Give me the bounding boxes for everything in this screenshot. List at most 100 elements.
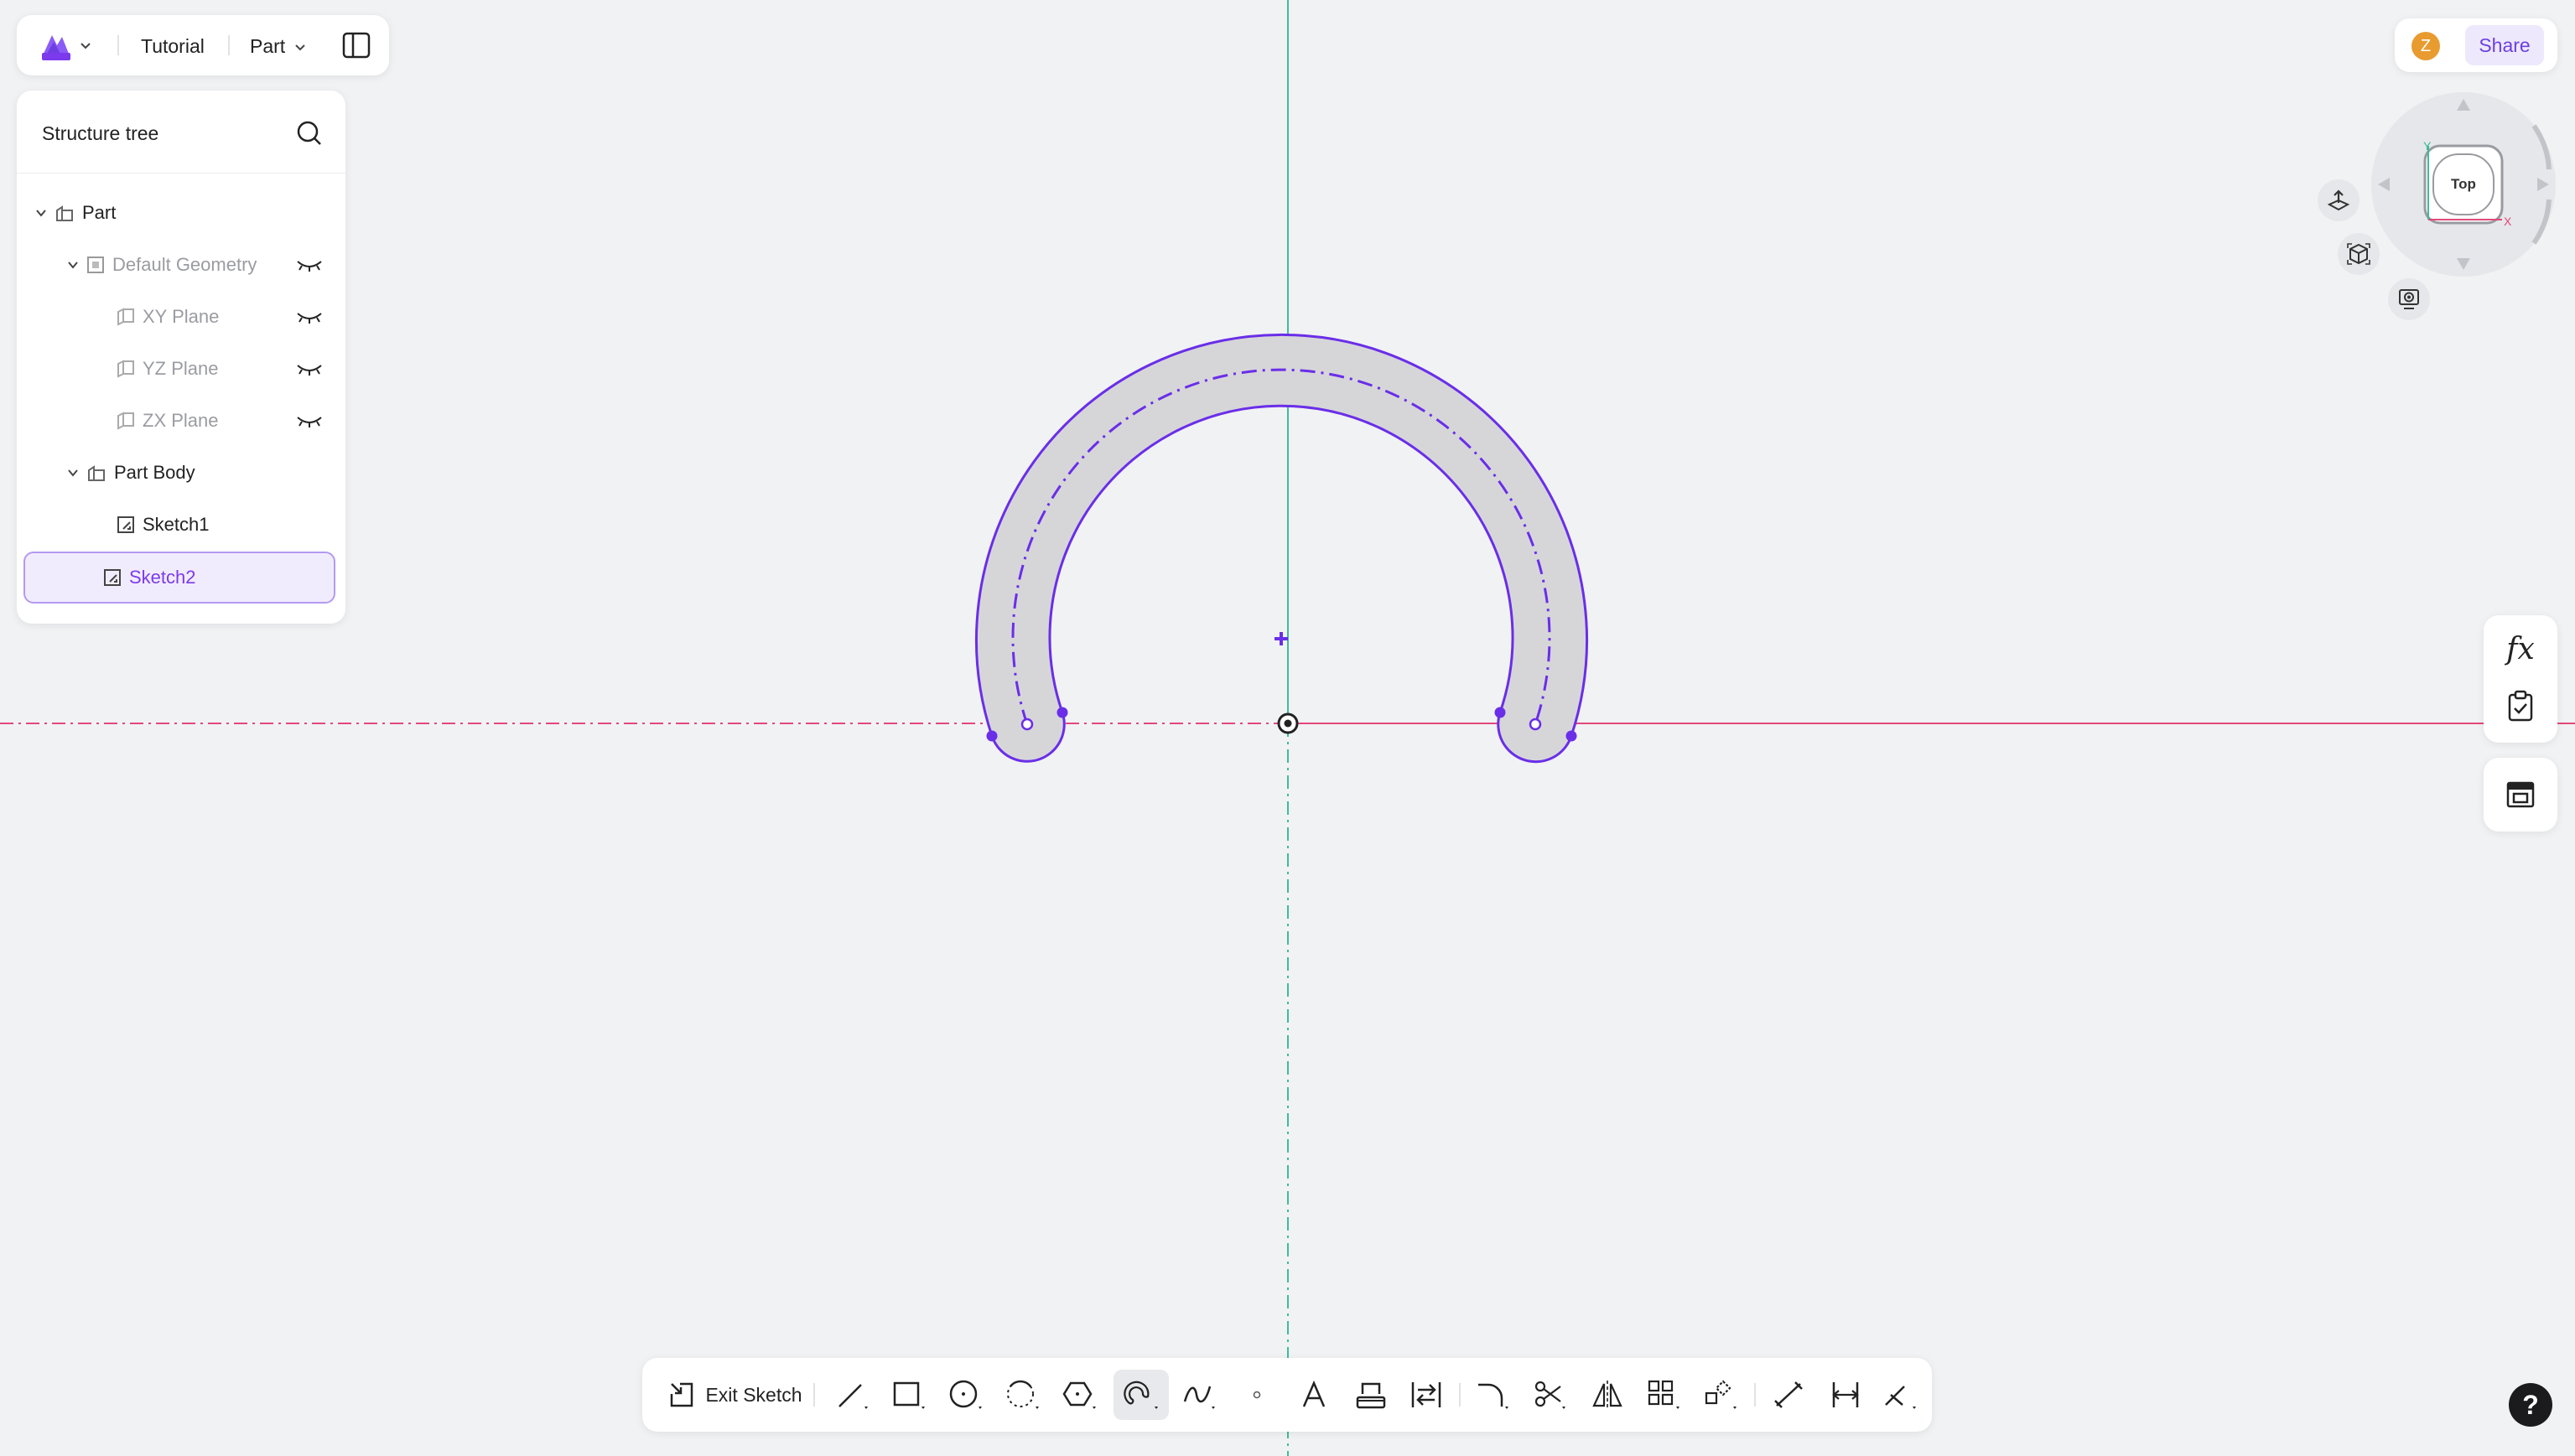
tree-item-sketch1[interactable]: Sketch1 — [23, 501, 339, 548]
share-area: Z Share — [2395, 18, 2557, 72]
convert-icon — [1411, 1382, 1441, 1407]
formula-button[interactable]: fx — [2484, 625, 2557, 672]
transform-tool-button[interactable] — [1697, 1370, 1746, 1420]
mode-dropdown[interactable]: Part — [250, 35, 309, 58]
eye-closed-icon[interactable] — [295, 360, 324, 377]
pattern-tool-button[interactable] — [1640, 1370, 1689, 1420]
sketch-canvas[interactable] — [0, 0, 2575, 1456]
circle-tool-button[interactable] — [942, 1370, 991, 1420]
chevron-down-icon — [295, 44, 305, 50]
sketch-point[interactable] — [1565, 730, 1577, 742]
line-tool-button[interactable] — [828, 1370, 877, 1420]
plane-icon — [116, 411, 136, 431]
point-tool-button[interactable] — [1233, 1370, 1281, 1420]
exit-sketch-button[interactable]: Exit Sketch — [664, 1370, 807, 1420]
convert-tool-button[interactable] — [1402, 1370, 1451, 1420]
project-tool-button[interactable] — [1347, 1370, 1395, 1420]
view-cube[interactable]: Top Y X — [2370, 92, 2571, 293]
tree-item-part-body[interactable]: Part Body — [23, 449, 339, 496]
slot-tool-button[interactable] — [1114, 1370, 1169, 1420]
tree-item-yz-plane[interactable]: YZ Plane — [23, 345, 339, 392]
dimension-tool-button[interactable] — [1821, 1370, 1870, 1420]
app-menu-button[interactable] — [39, 28, 94, 62]
tree-item-part[interactable]: Part — [23, 189, 339, 236]
mode-label: Part — [250, 35, 286, 57]
normal-to-view-icon — [2327, 189, 2350, 211]
sketch-point[interactable] — [1056, 707, 1068, 718]
plane-icon — [116, 307, 136, 327]
constraint-icon — [1885, 1386, 1916, 1409]
sketch-point[interactable] — [986, 730, 998, 742]
trim-tool-button[interactable] — [1526, 1370, 1575, 1420]
slot-end-center[interactable] — [1529, 718, 1542, 731]
dimension-icon — [1832, 1382, 1859, 1407]
geometry-folder-icon — [86, 255, 106, 275]
transform-icon — [1705, 1380, 1737, 1409]
check-sketch-button[interactable] — [2484, 682, 2557, 729]
rectangle-icon — [893, 1381, 925, 1409]
help-button[interactable]: ? — [2509, 1383, 2552, 1427]
divider — [1459, 1383, 1461, 1407]
mirror-icon — [1592, 1381, 1622, 1409]
divider — [1754, 1383, 1756, 1407]
tree-item-label: YZ Plane — [143, 358, 219, 379]
share-button[interactable]: Share — [2465, 25, 2544, 65]
view-home-button[interactable] — [2338, 233, 2380, 275]
part-icon — [54, 202, 75, 224]
tree-item-zx-plane[interactable]: ZX Plane — [23, 397, 339, 444]
eye-closed-icon[interactable] — [295, 256, 324, 273]
chevron-down-icon[interactable] — [65, 465, 80, 480]
arc-icon — [1007, 1380, 1039, 1409]
right-tools-panel: fx — [2484, 615, 2557, 743]
mirror-tool-button[interactable] — [1583, 1370, 1632, 1420]
sketch-point[interactable] — [1494, 707, 1506, 718]
search-button[interactable] — [295, 119, 324, 148]
arc-center-marker[interactable] — [1275, 632, 1288, 645]
rectangle-tool-button[interactable] — [885, 1370, 934, 1420]
fillet-tool-button[interactable] — [1469, 1370, 1518, 1420]
template-button[interactable] — [2484, 758, 2557, 832]
line-icon — [838, 1384, 868, 1409]
panel-title: Structure tree — [42, 122, 159, 144]
projection-icon — [1356, 1382, 1386, 1409]
template-icon — [2506, 781, 2535, 808]
chevron-down-icon[interactable] — [34, 205, 49, 220]
view-cube-face-label[interactable]: Top — [2448, 176, 2479, 193]
avatar[interactable]: Z — [2411, 32, 2440, 60]
spline-icon — [1183, 1386, 1215, 1409]
point-icon — [1253, 1391, 1261, 1399]
sketch-icon — [102, 567, 122, 588]
chevron-down-icon[interactable] — [65, 257, 80, 272]
slot-profile[interactable] — [975, 334, 1588, 764]
plane-icon — [116, 359, 136, 379]
eye-closed-icon[interactable] — [295, 412, 324, 429]
tree-item-label: XY Plane — [143, 306, 220, 327]
logo-icon — [42, 35, 70, 60]
view-normal-button[interactable] — [2318, 179, 2360, 221]
eye-closed-icon[interactable] — [295, 308, 324, 325]
polygon-tool-button[interactable] — [1056, 1370, 1105, 1420]
tree-item-sketch2[interactable]: Sketch2 — [23, 552, 335, 604]
toggle-panel-button[interactable] — [342, 32, 371, 63]
arc-tool-button[interactable] — [999, 1370, 1048, 1420]
fillet-icon — [1478, 1383, 1508, 1409]
axis-x-label: X — [2504, 215, 2512, 228]
tree-item-label: Sketch2 — [129, 567, 196, 588]
construction-tool-button[interactable] — [1764, 1370, 1813, 1420]
circle-icon — [949, 1380, 982, 1409]
exit-sketch-icon — [671, 1382, 693, 1407]
search-icon — [297, 121, 321, 145]
spline-tool-button[interactable] — [1176, 1370, 1224, 1420]
origin-icon[interactable] — [1277, 712, 1299, 734]
pattern-icon — [1648, 1380, 1679, 1409]
slot-end-center[interactable] — [1020, 718, 1034, 731]
tree-item-label: Part — [82, 202, 117, 223]
project-name[interactable]: Tutorial — [141, 35, 205, 58]
view-display-button[interactable] — [2388, 278, 2430, 320]
constraint-tool-button[interactable] — [1877, 1370, 1925, 1420]
tree-item-xy-plane[interactable]: XY Plane — [23, 293, 339, 340]
tree-item-default-geometry[interactable]: Default Geometry — [23, 241, 339, 288]
chevron-down-icon — [80, 43, 91, 49]
text-tool-button[interactable] — [1290, 1370, 1338, 1420]
tree-item-label: Sketch1 — [143, 514, 210, 535]
